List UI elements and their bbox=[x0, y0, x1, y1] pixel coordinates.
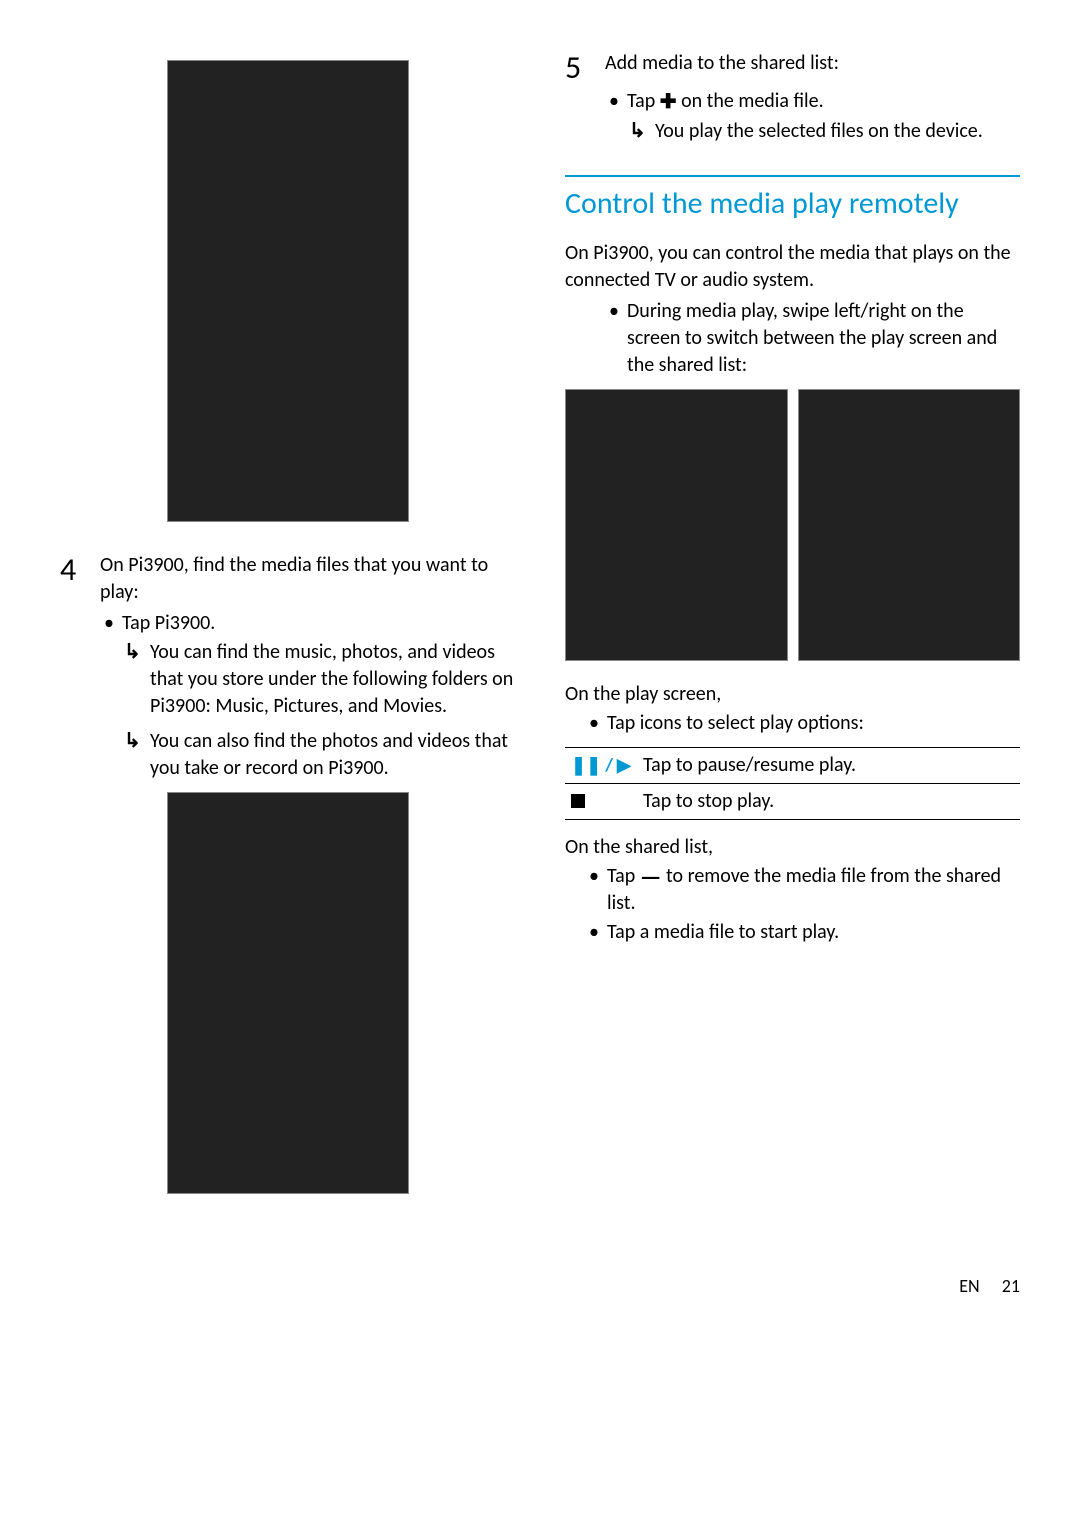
right-column: 5 Add media to the shared list: Tap ✚ on… bbox=[565, 50, 1020, 1224]
intro-bullets: During media play, swipe left/right on t… bbox=[605, 298, 1020, 379]
step-5: 5 Add media to the shared list: bbox=[565, 50, 1020, 84]
table-row: Tap to stop play. bbox=[565, 783, 1020, 819]
page-columns: 4 On Pi3900, find the media files that y… bbox=[60, 50, 1020, 1224]
section-heading: Control the media play remotely bbox=[565, 175, 1020, 222]
a1f: Pictures bbox=[273, 694, 338, 718]
idev: Pi3900 bbox=[593, 241, 648, 265]
step5-arrow1: You play the selected files on the devic… bbox=[627, 118, 1020, 145]
ph: On the play screen, bbox=[565, 682, 721, 706]
step5-bullet1: Tap ✚ on the media file. You play the se… bbox=[605, 88, 1020, 145]
step-body: Add media to the shared list: bbox=[605, 50, 1020, 77]
figure-shared-list bbox=[798, 389, 1021, 661]
b1-a: Tap bbox=[122, 611, 155, 635]
sb1a: Tap bbox=[607, 864, 640, 888]
shared-list-heading: On the shared list, bbox=[565, 834, 1020, 861]
shared-bullet1: Tap — to remove the media file from the … bbox=[585, 863, 1020, 917]
play-icons-table: ❚❚ / ▶ Tap to pause/resume play. Tap to … bbox=[565, 747, 1020, 820]
s5b1b: on the media file. bbox=[677, 89, 824, 113]
intro-bullet: During media play, swipe left/right on t… bbox=[605, 298, 1020, 379]
a1c: : bbox=[205, 694, 215, 718]
a2c: . bbox=[384, 756, 389, 780]
step4-bullets: Tap Pi3900. You can find the music, phot… bbox=[100, 610, 515, 782]
left-column: 4 On Pi3900, find the media files that y… bbox=[60, 50, 515, 1224]
shared-bullets: Tap — to remove the media file from the … bbox=[585, 863, 1020, 946]
sb1b: to remove the media file from the shared… bbox=[607, 864, 1001, 915]
s5b1a: Tap bbox=[627, 89, 660, 113]
step4-text-a: On bbox=[100, 553, 128, 577]
figure-play-and-shared bbox=[565, 389, 1020, 661]
row1-desc: Tap to pause/resume play. bbox=[637, 747, 1020, 783]
play-bullet: Tap icons to select play options: bbox=[585, 710, 1020, 737]
b1-b: Pi3900 bbox=[155, 611, 210, 635]
play-bullets: Tap icons to select play options: bbox=[585, 710, 1020, 737]
step5-arrows: You play the selected files on the devic… bbox=[627, 118, 1020, 145]
shared-bullet2: Tap a media file to start play. bbox=[585, 919, 1020, 946]
b1-c: . bbox=[210, 611, 215, 635]
a1b: Pi3900 bbox=[150, 694, 205, 718]
a1g: , and bbox=[338, 694, 383, 718]
footer-page: 21 bbox=[1002, 1275, 1020, 1297]
step-number: 5 bbox=[565, 50, 605, 84]
step4-arrows: You can find the music, photos, and vide… bbox=[122, 639, 515, 782]
step-body: On Pi3900, find the media files that you… bbox=[100, 552, 515, 606]
a2b: Pi3900 bbox=[328, 756, 383, 780]
step4-bullet1: Tap Pi3900. You can find the music, phot… bbox=[100, 610, 515, 782]
stop-icon bbox=[565, 783, 637, 819]
figure-media-list bbox=[167, 792, 409, 1194]
minus-icon: — bbox=[640, 863, 662, 892]
table-row: ❚❚ / ▶ Tap to pause/resume play. bbox=[565, 747, 1020, 783]
step-4: 4 On Pi3900, find the media files that y… bbox=[60, 552, 515, 606]
ia: On bbox=[565, 241, 593, 265]
a1h: Movies bbox=[383, 694, 442, 718]
step4-arrow1: You can find the music, photos, and vide… bbox=[122, 639, 515, 720]
a1a: You can find the music, photos, and vide… bbox=[150, 640, 513, 691]
step4-arrow2: You can also find the photos and videos … bbox=[122, 728, 515, 782]
figure-play-screen bbox=[565, 389, 788, 661]
pause-play-icon: ❚❚ / ▶ bbox=[565, 747, 637, 783]
a1d: Music bbox=[215, 694, 263, 718]
step-number: 4 bbox=[60, 552, 100, 586]
a1e: , bbox=[264, 694, 274, 718]
figure-simplyshare-drag bbox=[167, 60, 409, 522]
step4-device: Pi3900 bbox=[128, 553, 183, 577]
a1i: . bbox=[442, 694, 447, 718]
sh: On the shared list, bbox=[565, 835, 713, 859]
row2-desc: Tap to stop play. bbox=[637, 783, 1020, 819]
step5-bullets: Tap ✚ on the media file. You play the se… bbox=[605, 88, 1020, 145]
plus-icon: ✚ bbox=[660, 90, 677, 114]
footer-lang: EN bbox=[959, 1275, 979, 1297]
page-footer: EN 21 bbox=[60, 1274, 1020, 1298]
intro-paragraph: On Pi3900, you can control the media tha… bbox=[565, 240, 1020, 294]
play-screen-heading: On the play screen, bbox=[565, 681, 1020, 708]
